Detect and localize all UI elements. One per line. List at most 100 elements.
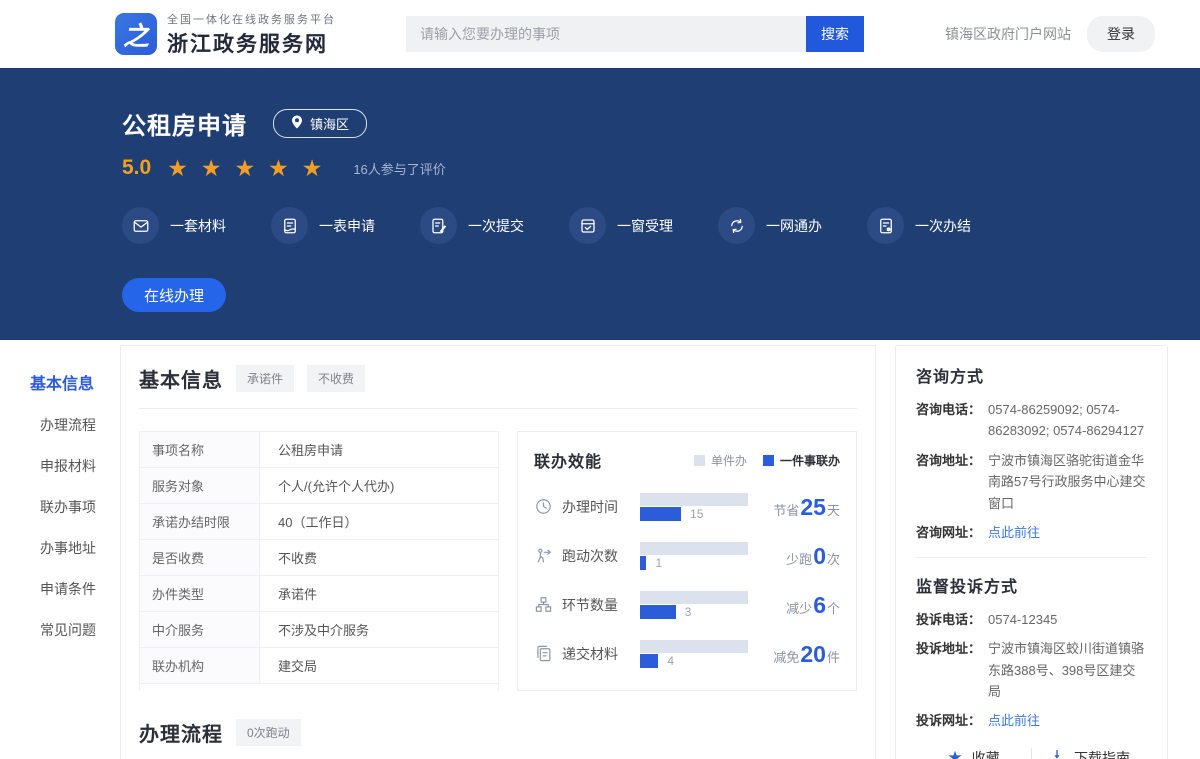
consult-phone-row: 咨询电话： 0574-86259092; 0574-86283092; 0574…: [916, 399, 1147, 442]
bar-single: [640, 493, 748, 506]
bar-joint: [640, 654, 658, 668]
site-name: 浙江政务服务网: [167, 28, 336, 58]
clock-icon: [534, 497, 554, 517]
star-icon: ★: [268, 155, 302, 181]
table-row: 中介服务 不涉及中介服务: [140, 612, 498, 648]
bar-joint: [640, 556, 646, 570]
favorite-star-icon: ★: [947, 749, 962, 759]
joint-efficiency-panel: 联办效能 单件办 一件事联办: [517, 431, 857, 691]
nav-item-conditions[interactable]: 申请条件: [30, 579, 120, 599]
walk-icon: [534, 546, 554, 566]
row-value: 40（工作日）: [260, 504, 498, 539]
search-button[interactable]: 搜索: [806, 16, 864, 52]
envelope-icon: [122, 207, 159, 244]
table-row: 承诺办结时限 40（工作日）: [140, 504, 498, 540]
anchor-nav: 基本信息 办理流程 申报材料 联办事项 办事地址 申请条件 常见问题: [0, 345, 120, 661]
row-label: 办件类型: [140, 576, 260, 611]
legend-single: 单件办: [694, 452, 747, 469]
window-check-icon: [569, 207, 606, 244]
page: 之 全国一体化在线政务服务平台 浙江政务服务网 搜索 镇海区政府门户网站 登录 …: [0, 0, 1200, 759]
download-guide-button[interactable]: 下载指南: [1031, 748, 1147, 759]
location-badge[interactable]: 镇海区: [273, 109, 367, 138]
badge-free: 不收费: [307, 365, 365, 392]
row-label: 咨询电话：: [916, 399, 988, 442]
basic-info-table: 事项名称 公租房申请 服务对象 个人/(允许个人代办) 承诺办结时限 40（工作…: [139, 431, 499, 691]
bar-value: 15: [690, 507, 703, 521]
nav-item-joint-items[interactable]: 联办事项: [30, 497, 120, 517]
nav-item-faq[interactable]: 常见问题: [30, 620, 120, 640]
consult-website-link[interactable]: 点此前往: [988, 522, 1147, 543]
feature-item: 一窗受理: [569, 207, 673, 244]
row-label: 是否收费: [140, 540, 260, 575]
complaint-website-row: 投诉网址： 点此前往: [916, 710, 1147, 731]
rating-participants: 16人参与了评价: [353, 159, 445, 178]
bar-single: [640, 640, 748, 653]
nav-item-basic-info[interactable]: 基本信息: [30, 370, 120, 394]
row-label: 投诉网址：: [916, 710, 988, 731]
contact-card: 咨询方式 咨询电话： 0574-86259092; 0574-86283092;…: [895, 345, 1168, 759]
process-title: 办理流程: [139, 718, 223, 747]
table-row: 办件类型 承诺件: [140, 576, 498, 612]
nav-item-materials[interactable]: 申报材料: [30, 456, 120, 476]
search-input[interactable]: [406, 16, 806, 52]
rating-stars: ★★★★★: [167, 157, 335, 180]
consult-website-row: 咨询网址： 点此前往: [916, 522, 1147, 543]
saving-text: 少跑0次: [748, 543, 840, 570]
row-value: 宁波市镇海区蛟川街道镇骆东路388号、398号区建交局: [988, 638, 1147, 702]
network-sync-icon: [718, 207, 755, 244]
star-icon: ★: [234, 155, 268, 181]
complaint-address-row: 投诉地址： 宁波市镇海区蛟川街道镇骆东路388号、398号区建交局: [916, 638, 1147, 702]
efficiency-row-steps: 环节数量 3 减少6个: [534, 591, 840, 619]
star-icon: ★: [201, 155, 235, 181]
feature-label: 一次提交: [468, 216, 524, 236]
feature-item: 一次办结: [867, 207, 971, 244]
bar-joint: [640, 507, 681, 521]
complaint-phone-row: 投诉电话： 0574-12345: [916, 609, 1147, 630]
card-actions: ★ 收藏 下载指南: [916, 748, 1147, 759]
bar-single: [640, 591, 748, 604]
row-value: 个人/(允许个人代办): [260, 468, 498, 503]
nav-item-process[interactable]: 办理流程: [30, 415, 120, 435]
submit-doc-icon: [420, 207, 457, 244]
saving-text: 减少6个: [748, 592, 840, 619]
portal-link[interactable]: 镇海区政府门户网站: [945, 24, 1071, 44]
location-badge-label: 镇海区: [310, 114, 349, 133]
table-row: 联办机构 建交局: [140, 648, 498, 684]
efficiency-row-materials: 递交材料 4 减免20件: [534, 640, 840, 668]
saving-text: 减免20件: [748, 641, 840, 668]
row-label: 承诺办结时限: [140, 504, 260, 539]
login-button[interactable]: 登录: [1087, 16, 1155, 52]
row-value: 公租房申请: [260, 432, 498, 467]
site-logo[interactable]: 之 全国一体化在线政务服务平台 浙江政务服务网: [115, 11, 336, 58]
complaint-website-link[interactable]: 点此前往: [988, 710, 1147, 731]
chart-legend: 单件办 一件事联办: [694, 452, 840, 469]
legend-swatch-gray: [694, 455, 705, 466]
divider: [916, 557, 1147, 558]
metric-label: 递交材料: [562, 644, 636, 664]
feature-label: 一表申请: [319, 216, 375, 236]
location-pin-icon: [291, 115, 303, 132]
metric-label: 办理时间: [562, 497, 636, 517]
zhejiang-gov-logo-icon: 之: [115, 13, 157, 55]
favorite-button[interactable]: ★ 收藏: [916, 748, 1031, 759]
complaint-title: 监督投诉方式: [916, 573, 1147, 597]
row-label: 服务对象: [140, 468, 260, 503]
efficiency-row-trips: 跑动次数 1 少跑0次: [534, 542, 840, 570]
hero-banner: 公租房申请 镇海区 5.0 ★★★★★ 16人参与了评价 一套材料: [0, 68, 1200, 340]
feature-item: 一网通办: [718, 207, 822, 244]
row-label: 咨询网址：: [916, 522, 988, 543]
star-icon: ★: [302, 155, 336, 181]
saving-text: 节省25天: [748, 494, 840, 521]
rating-score: 5.0: [122, 156, 151, 180]
badge-zero-trips: 0次跑动: [236, 719, 301, 746]
download-icon: [1049, 748, 1065, 759]
efficiency-title: 联办效能: [534, 448, 602, 472]
online-apply-button[interactable]: 在线办理: [122, 278, 226, 312]
logo-tagline: 全国一体化在线政务服务平台: [167, 11, 336, 27]
feature-label: 一网通办: [766, 216, 822, 236]
badge-promise-type: 承诺件: [236, 365, 294, 392]
nav-item-address[interactable]: 办事地址: [30, 538, 120, 558]
bar-value: 3: [685, 605, 692, 619]
row-label: 投诉电话：: [916, 609, 988, 630]
docs-icon: [534, 644, 554, 664]
